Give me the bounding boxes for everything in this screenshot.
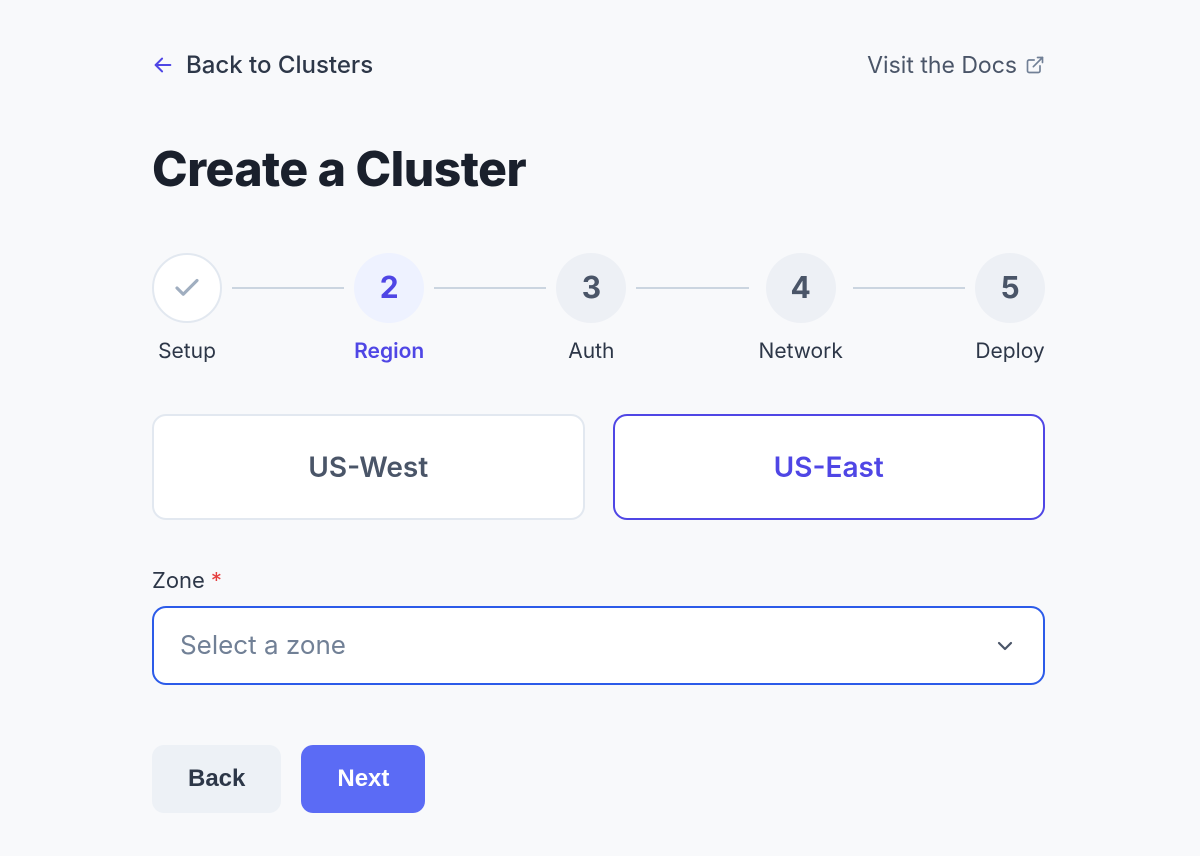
- visit-docs-link[interactable]: Visit the Docs: [867, 51, 1045, 79]
- step-setup-circle: [152, 253, 222, 323]
- external-link-icon: [1025, 55, 1045, 75]
- step-connector: [232, 287, 344, 289]
- step-connector: [853, 287, 965, 289]
- step-deploy-circle: 5: [975, 253, 1045, 323]
- stepper: Setup 2 Region 3 Auth 4 Network 5 Deploy: [152, 253, 1045, 364]
- arrow-left-icon: [152, 54, 174, 76]
- chevron-down-icon: [993, 634, 1017, 658]
- step-region-label: Region: [354, 339, 424, 364]
- step-connector: [636, 287, 748, 289]
- step-deploy-label: Deploy: [975, 339, 1044, 364]
- step-deploy[interactable]: 5 Deploy: [975, 253, 1045, 364]
- region-option-us-west[interactable]: US-West: [152, 414, 585, 520]
- zone-select[interactable]: Select a zone: [152, 606, 1045, 685]
- wizard-actions: Back Next: [152, 745, 1045, 813]
- step-network[interactable]: 4 Network: [759, 253, 843, 364]
- region-option-us-east[interactable]: US-East: [613, 414, 1046, 520]
- step-network-circle: 4: [766, 253, 836, 323]
- region-option-label: US-West: [308, 450, 428, 484]
- zone-field-label: Zone *: [152, 568, 1045, 594]
- step-auth-label: Auth: [568, 339, 614, 364]
- step-network-label: Network: [759, 339, 843, 364]
- region-option-label: US-East: [774, 450, 884, 484]
- region-options: US-West US-East: [152, 414, 1045, 520]
- step-region[interactable]: 2 Region: [354, 253, 424, 364]
- back-to-clusters-link[interactable]: Back to Clusters: [152, 50, 373, 79]
- step-auth-circle: 3: [556, 253, 626, 323]
- page-title: Create a Cluster: [152, 139, 1045, 198]
- next-button[interactable]: Next: [301, 745, 425, 813]
- zone-label-text: Zone: [152, 568, 205, 594]
- step-auth[interactable]: 3 Auth: [556, 253, 626, 364]
- zone-select-placeholder: Select a zone: [180, 630, 346, 661]
- step-region-circle: 2: [354, 253, 424, 323]
- visit-docs-label: Visit the Docs: [867, 51, 1017, 79]
- checkmark-icon: [172, 273, 202, 303]
- required-indicator: *: [211, 568, 222, 594]
- step-setup[interactable]: Setup: [152, 253, 222, 364]
- step-setup-label: Setup: [158, 339, 216, 364]
- back-button[interactable]: Back: [152, 745, 281, 813]
- back-to-clusters-label: Back to Clusters: [186, 50, 373, 79]
- step-connector: [434, 287, 546, 289]
